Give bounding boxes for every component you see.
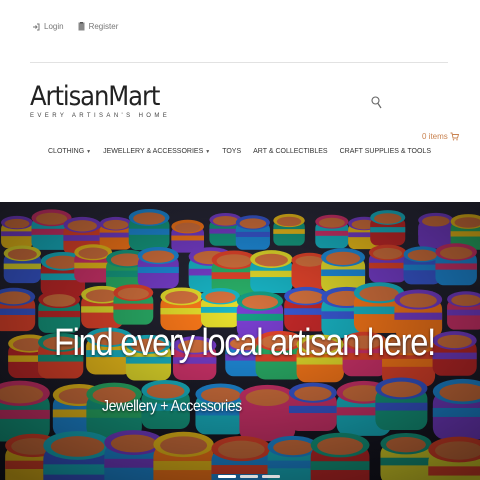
cart-count: 0 items <box>422 132 448 141</box>
hero-slider[interactable]: Find every local artisan here! Jewellery… <box>0 202 480 480</box>
brand-name: ArtisanMart <box>30 81 160 112</box>
nav-item-jewellery[interactable]: JEWELLERY & ACCESSORIES ▼ <box>103 148 210 155</box>
slide-dot-3[interactable] <box>262 475 280 478</box>
nav-item-art[interactable]: ART & COLLECTIBLES <box>253 148 327 155</box>
nav-clothing-label: CLOTHING <box>48 148 85 155</box>
search-button[interactable] <box>371 96 382 114</box>
nav-jewellery-label: JEWELLERY & ACCESSORIES <box>103 148 204 155</box>
nav-toys-label: TOYS <box>222 148 242 155</box>
nav-craft-label: CRAFT SUPPLIES & TOOLS <box>339 148 431 155</box>
slide-dot-1[interactable] <box>218 475 236 478</box>
login-icon <box>33 23 40 30</box>
login-label: Login <box>44 22 64 31</box>
cart-button[interactable]: 0 items <box>422 132 459 141</box>
register-link[interactable]: Register <box>78 22 119 31</box>
nav-art-label: ART & COLLECTIBLES <box>253 148 328 155</box>
brand-tagline: EVERY ARTISAN'S HOME <box>30 113 171 119</box>
top-account-bar: Login Register <box>32 22 118 31</box>
nav-item-clothing[interactable]: CLOTHING ▼ <box>48 148 91 155</box>
hero-headline: Find every local artisan here! <box>54 322 436 364</box>
register-label: Register <box>88 22 119 31</box>
login-link[interactable]: Login <box>32 22 64 31</box>
site-logo[interactable]: ArtisanMart EVERY ARTISAN'S HOME <box>30 81 174 120</box>
search-icon <box>371 96 382 109</box>
caret-down-icon: ▼ <box>86 148 92 155</box>
cart-icon <box>450 132 459 141</box>
nav-item-toys[interactable]: TOYS <box>222 148 241 155</box>
header-divider <box>30 62 448 63</box>
register-icon <box>78 22 85 31</box>
nav-item-craft[interactable]: CRAFT SUPPLIES & TOOLS <box>340 148 431 155</box>
slider-indicators <box>218 475 280 478</box>
hero-subline: Jewellery + Accessories <box>102 398 242 415</box>
main-nav: CLOTHING ▼ JEWELLERY & ACCESSORIES ▼ TOYS … <box>48 148 431 155</box>
slide-dot-2[interactable] <box>240 475 258 478</box>
caret-down-icon: ▼ <box>205 148 211 155</box>
